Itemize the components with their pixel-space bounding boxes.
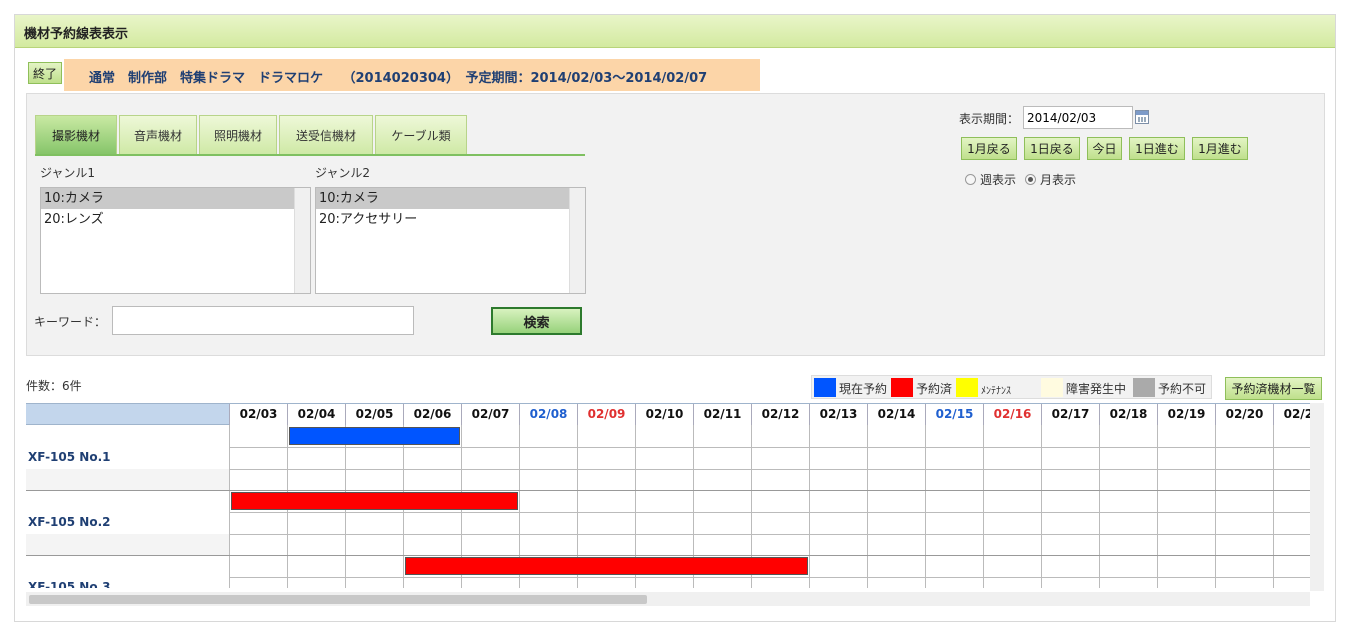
list-item[interactable]: 10:カメラ: [41, 188, 294, 209]
date-header-cell: 02/12: [751, 404, 809, 425]
month-view-radio[interactable]: [1025, 174, 1036, 185]
date-header-cell: 02/18: [1099, 404, 1157, 425]
calendar-icon[interactable]: [1135, 110, 1149, 124]
legend-swatch: [956, 378, 978, 397]
scrollbar[interactable]: [294, 188, 310, 293]
equipment-row-band: [26, 534, 229, 555]
legend-swatch: [814, 378, 836, 397]
grid-row-line: [229, 447, 1310, 448]
period-label: 表示期間：: [959, 112, 1020, 126]
grid-column-line: [1099, 425, 1100, 588]
main-window: 機材予約線表表示 終了 通常 制作部 特集ドラマ ドラマロケ （20140203…: [14, 14, 1336, 622]
grid-column-line: [1157, 425, 1158, 588]
equipment-tabs: 撮影機材 音声機材 照明機材 送受信機材 ケーブル類: [35, 115, 469, 155]
reserved-list-button[interactable]: 予約済機材一覧: [1225, 377, 1322, 400]
legend-label: 予約不可: [1158, 382, 1207, 396]
grid-row-line: [229, 534, 1310, 535]
genre1-label: ジャンル1: [40, 166, 96, 180]
genre2-listbox[interactable]: 10:カメラ 20:アクセサリー: [315, 187, 586, 294]
date-header-cell: 02/06: [403, 404, 461, 425]
legend-swatch: [1133, 378, 1155, 397]
date-header-cell: 02/14: [867, 404, 925, 425]
grid-horizontal-scrollbar[interactable]: [26, 592, 1310, 606]
date-header-cell: 02/20: [1215, 404, 1273, 425]
grid-vertical-scrollbar[interactable]: [1310, 403, 1324, 591]
tab-lighting-equipment[interactable]: 照明機材: [199, 115, 277, 154]
grid-column-line: [809, 425, 810, 588]
date-header-cell: 02/07: [461, 404, 519, 425]
scrollbar[interactable]: [569, 188, 585, 293]
grid-column-line: [1041, 425, 1042, 588]
grid-column-line: [229, 425, 230, 588]
genre1-listbox[interactable]: 10:カメラ 20:レンズ: [40, 187, 311, 294]
legend-label: 現在予約: [839, 382, 888, 396]
window-title: 機材予約線表表示: [15, 15, 1335, 48]
tab-cables[interactable]: ケーブル類: [375, 115, 467, 154]
date-header-cell: 02/03: [229, 404, 287, 425]
date-header-cell: 02/10: [635, 404, 693, 425]
legend-swatch: [1041, 378, 1063, 397]
status-legend: 現在予約 予約済 ﾒﾝﾃﾅﾝｽ 障害発生中 予約不可: [811, 375, 1212, 399]
tab-camera-equipment[interactable]: 撮影機材: [35, 115, 117, 154]
month-view-label: 月表示: [1040, 173, 1077, 187]
date-header-row: 02/03 02/04 02/05 02/06 02/07 02/08 02/09 02/10…: [26, 403, 1310, 425]
grid-column-line: [867, 425, 868, 588]
tab-audio-equipment[interactable]: 音声機材: [119, 115, 197, 154]
equipment-name[interactable]: XF-105 No.2: [28, 515, 110, 529]
end-button[interactable]: 終了: [28, 62, 62, 84]
week-view-label: 週表示: [980, 173, 1017, 187]
date-header-cell: 02/13: [809, 404, 867, 425]
date-header-cell: 02/08: [519, 404, 577, 425]
equipment-row-divider: [26, 555, 1310, 556]
forward-day-button[interactable]: 1日進む: [1129, 137, 1185, 160]
reservation-info-bar: 通常 制作部 特集ドラマ ドラマロケ （2014020304） 予定期間：201…: [64, 59, 760, 91]
date-header-cell: 02/15: [925, 404, 983, 425]
schedule-grid: 02/03 02/04 02/05 02/06 02/07 02/08 02/09 02/10…: [26, 403, 1310, 588]
list-item[interactable]: 10:カメラ: [316, 188, 569, 209]
period-date-input[interactable]: [1023, 106, 1133, 129]
tab-underline: [35, 154, 585, 156]
booking-bar[interactable]: [289, 427, 460, 445]
week-view-radio[interactable]: [965, 174, 976, 185]
equipment-row-band: [26, 469, 229, 490]
scrollbar-thumb[interactable]: [29, 595, 647, 604]
list-item[interactable]: 20:レンズ: [41, 209, 294, 230]
date-header-cell: 02/05: [345, 404, 403, 425]
back-month-button[interactable]: 1月戻る: [961, 137, 1017, 160]
equipment-name[interactable]: XF-105 No.3: [28, 580, 110, 588]
date-header-cell: 02/19: [1157, 404, 1215, 425]
today-button[interactable]: 今日: [1087, 137, 1122, 160]
legend-label: ﾒﾝﾃﾅﾝｽ: [981, 386, 1011, 397]
list-item[interactable]: 20:アクセサリー: [316, 209, 569, 230]
keyword-label: キーワード：: [34, 315, 107, 329]
equipment-row-divider: [26, 490, 1310, 491]
date-header-cell: 02/04: [287, 404, 345, 425]
grid-column-line: [1215, 425, 1216, 588]
grid-row-line: [229, 469, 1310, 470]
legend-swatch: [891, 378, 913, 397]
grid-row-line: [229, 512, 1310, 513]
date-header-cell: 02/11: [693, 404, 751, 425]
booking-bar[interactable]: [405, 557, 808, 575]
date-header-cell: 02/16: [983, 404, 1041, 425]
search-button[interactable]: 検索: [491, 307, 582, 335]
grid-column-line: [925, 425, 926, 588]
grid-column-line: [983, 425, 984, 588]
date-header-cell: 02/21: [1273, 404, 1310, 425]
date-header-cell: 02/17: [1041, 404, 1099, 425]
equipment-name[interactable]: XF-105 No.1: [28, 450, 110, 464]
forward-month-button[interactable]: 1月進む: [1192, 137, 1248, 160]
legend-label: 障害発生中: [1066, 382, 1127, 396]
back-day-button[interactable]: 1日戻る: [1024, 137, 1080, 160]
booking-bar[interactable]: [231, 492, 518, 510]
legend-label: 予約済: [916, 382, 953, 396]
keyword-input[interactable]: [112, 306, 414, 335]
date-header-cell: 02/09: [577, 404, 635, 425]
search-panel: 撮影機材 音声機材 照明機材 送受信機材 ケーブル類 ジャンル1 ジャンル2 1…: [26, 93, 1325, 356]
result-count: 件数：6件: [26, 379, 82, 393]
grid-row-line: [229, 577, 1310, 578]
genre2-label: ジャンル2: [315, 166, 371, 180]
tab-transmission-equipment[interactable]: 送受信機材: [279, 115, 373, 154]
grid-column-line: [1273, 425, 1274, 588]
